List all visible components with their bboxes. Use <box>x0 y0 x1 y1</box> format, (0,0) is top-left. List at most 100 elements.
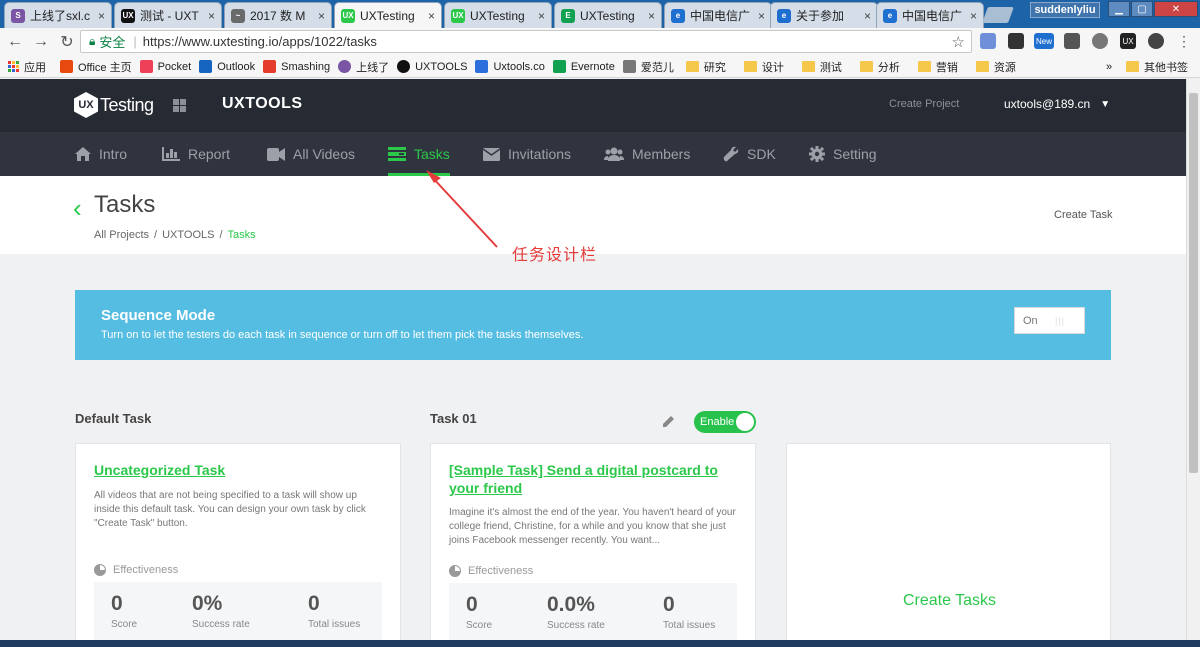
minimize-icon[interactable]: ▁ <box>1108 1 1130 17</box>
bookmark-item[interactable]: 上线了 <box>338 59 389 75</box>
extension-icon[interactable] <box>1148 33 1164 49</box>
bookmark-label: 应用 <box>24 61 46 74</box>
bookmark-item[interactable]: Uxtools.co <box>475 60 545 73</box>
bookmark-item[interactable]: UXTOOLS <box>397 60 467 73</box>
tab-close-icon[interactable]: × <box>428 9 435 23</box>
browser-tab[interactable]: e 关于参加 × <box>770 2 878 28</box>
tab-close-icon[interactable]: × <box>318 9 325 23</box>
task-card-title[interactable]: Uncategorized Task <box>94 461 384 479</box>
new-extension-icon[interactable]: New <box>1034 33 1054 49</box>
lock-icon: 🔒︎ <box>89 34 96 48</box>
bookmark-item[interactable]: Pocket <box>139 60 191 73</box>
profile-button[interactable]: suddenlyliu <box>1030 2 1100 18</box>
bookmark-label: 爱范儿 <box>640 61 674 74</box>
pocket-extension-icon[interactable] <box>1064 33 1080 49</box>
new-tab-button[interactable] <box>982 7 1014 23</box>
browser-tab[interactable]: e 中国电信广 × <box>876 2 984 28</box>
bookmark-folder[interactable]: 测试 <box>801 59 842 75</box>
secure-label: 安全 <box>99 35 126 50</box>
extension-icon[interactable] <box>1092 33 1108 49</box>
browser-tab[interactable]: UX 测试 - UXT × <box>114 2 222 28</box>
tab-label: UXTesting <box>580 8 635 23</box>
tab-close-icon[interactable]: × <box>970 9 977 23</box>
bookmark-label: 上线了 <box>356 61 390 74</box>
maximize-icon[interactable]: ▢ <box>1131 1 1153 17</box>
folder-icon <box>685 61 699 72</box>
tab-close-icon[interactable]: × <box>864 9 871 23</box>
browser-tab[interactable]: UX UXTesting × <box>444 2 552 28</box>
tab-favicon-icon: e <box>883 8 897 23</box>
stat-value: 0 <box>308 592 320 615</box>
folder-icon <box>801 61 815 72</box>
stat-success-rate: 0% Success rate <box>192 582 250 630</box>
tab-close-icon[interactable]: × <box>98 9 105 23</box>
sequence-mode-toggle[interactable]: On ||| <box>1014 307 1085 334</box>
bookmark-label: 分析 <box>877 61 900 74</box>
tab-label: UXTesting <box>360 8 415 23</box>
back-arrow-icon[interactable]: ← <box>4 31 26 53</box>
uxtools-extension-icon[interactable]: UX <box>1120 33 1136 49</box>
bookmark-label: Outlook <box>217 60 256 73</box>
bookmarks-overflow-button[interactable]: » <box>1106 61 1112 73</box>
bookmark-folder[interactable]: 研究 <box>685 59 726 75</box>
url-text[interactable]: https://www.uxtesting.io/apps/1022/tasks <box>143 34 377 49</box>
bookmark-item[interactable]: Smashing <box>263 60 330 73</box>
folder-icon <box>859 61 873 72</box>
forward-arrow-icon[interactable]: → <box>30 31 52 53</box>
other-bookmarks[interactable]: 其他书签 <box>1126 59 1188 75</box>
stat-label: Total issues <box>308 619 361 630</box>
browser-tab[interactable]: ~ 2017 数 M × <box>224 2 332 28</box>
sequence-mode-description: Turn on to let the testers do each task … <box>101 329 584 341</box>
bookmark-folder[interactable]: 分析 <box>859 59 900 75</box>
tab-label: 上线了sxl.c <box>30 9 91 23</box>
stat-value: 0 <box>111 592 123 615</box>
bookmark-item[interactable]: Outlook <box>199 60 255 73</box>
address-bar[interactable]: 🔒︎ 安全 | https://www.uxtesting.io/apps/10… <box>80 30 972 53</box>
evernote-extension-icon[interactable] <box>1008 33 1024 49</box>
page-scrollbar[interactable] <box>1186 79 1200 647</box>
window-close-icon[interactable]: ✕ <box>1154 1 1198 17</box>
pencil-icon[interactable] <box>662 415 675 428</box>
bookmark-folder[interactable]: 设计 <box>743 59 784 75</box>
smashing-icon <box>263 60 277 73</box>
bookmark-item[interactable]: Office 主页 <box>60 59 132 75</box>
folder-icon <box>743 61 757 72</box>
browser-tab-active[interactable]: UX UXTesting × <box>334 2 442 28</box>
bookmark-apps[interactable]: 应用 <box>8 59 46 75</box>
tab-favicon-icon: e <box>777 8 791 23</box>
task-card-title[interactable]: [Sample Task] Send a digital postcard to… <box>449 461 739 497</box>
tab-close-icon[interactable]: × <box>538 9 545 23</box>
menu-icon[interactable]: ⋮ <box>1176 33 1192 49</box>
bookmark-item[interactable]: Evernote <box>552 60 615 73</box>
url-separator: | <box>133 34 137 49</box>
task-stats: 0 Score 0.0% Success rate 0 Total issues <box>449 583 737 643</box>
reload-icon[interactable]: ↻ <box>56 31 78 53</box>
stat-label: Success rate <box>547 620 605 631</box>
tab-label: 中国电信广 <box>690 9 751 23</box>
browser-tab[interactable]: e 中国电信广 × <box>664 2 772 28</box>
stat-total-issues: 0 Total issues <box>663 583 715 631</box>
browser-tab[interactable]: S 上线了sxl.c × <box>4 2 112 28</box>
annotation-label: 任务设计栏 <box>512 247 598 264</box>
task-stats: 0 Score 0% Success rate 0 Total issues <box>94 582 382 642</box>
browser-tab[interactable]: E UXTesting × <box>554 2 662 28</box>
enable-label: Enable <box>700 416 735 428</box>
effectiveness-label: Effectiveness <box>449 565 533 577</box>
scrollbar-thumb[interactable] <box>1189 93 1198 473</box>
bookmark-star-icon[interactable]: ☆ <box>952 33 965 51</box>
toggle-knob <box>736 413 754 431</box>
bookmark-folder[interactable]: 资源 <box>975 59 1016 75</box>
stat-label: Total issues <box>663 620 716 631</box>
extension-icon[interactable] <box>980 33 996 49</box>
stat-value: 0 <box>466 593 478 616</box>
tab-close-icon[interactable]: × <box>208 9 215 23</box>
create-tasks-card[interactable]: Create Tasks <box>786 443 1111 647</box>
tab-close-icon[interactable]: × <box>648 9 655 23</box>
bookmark-item[interactable]: 爱范儿 <box>622 59 674 75</box>
tab-favicon-icon: UX <box>121 8 135 23</box>
tab-close-icon[interactable]: × <box>758 9 765 23</box>
bookmark-folder[interactable]: 营销 <box>917 59 958 75</box>
task-enable-toggle[interactable]: Enable <box>694 411 756 433</box>
office-icon <box>60 60 73 73</box>
stat-label: Success rate <box>192 619 250 630</box>
